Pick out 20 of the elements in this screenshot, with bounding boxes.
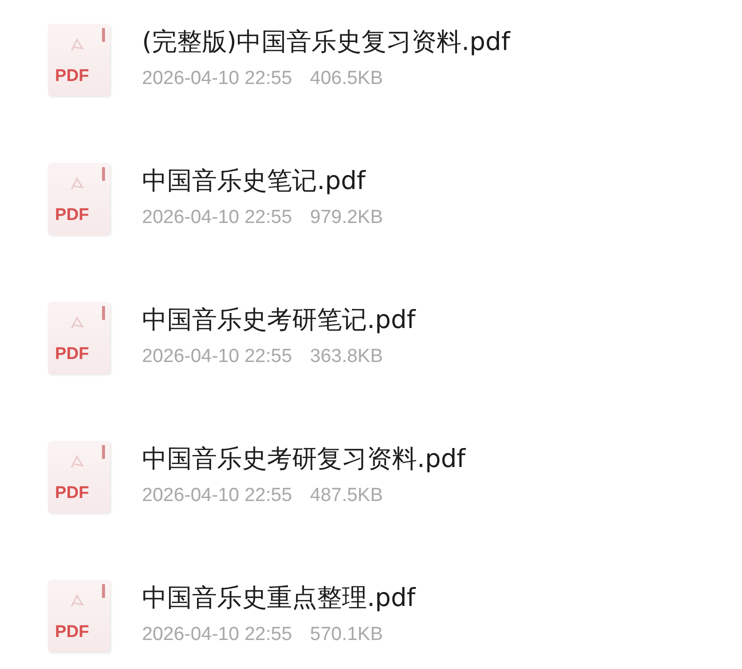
pdf-file-icon: PDF [48, 580, 110, 652]
file-size: 487.5KB [310, 485, 383, 507]
file-date: 2026-04-10 22:55 [142, 485, 292, 507]
file-date: 2026-04-10 22:55 [142, 68, 292, 90]
pdf-file-icon: PDF [48, 163, 110, 235]
file-date: 2026-04-10 22:55 [142, 624, 292, 646]
file-date: 2026-04-10 22:55 [142, 346, 292, 368]
file-name[interactable]: 中国音乐史笔记.pdf [142, 163, 383, 199]
pdf-file-icon: PDF [48, 302, 110, 374]
pdf-file-icon: PDF [48, 441, 110, 513]
file-name[interactable]: (完整版)中国音乐史复习资料.pdf [142, 24, 510, 60]
file-name[interactable]: 中国音乐史重点整理.pdf [142, 580, 416, 616]
file-name[interactable]: 中国音乐史考研复习资料.pdf [142, 441, 466, 477]
file-size: 406.5KB [310, 68, 383, 90]
file-size: 979.2KB [310, 207, 383, 229]
file-name[interactable]: 中国音乐史考研笔记.pdf [142, 302, 416, 338]
file-date: 2026-04-10 22:55 [142, 207, 292, 229]
file-size: 363.8KB [310, 346, 383, 368]
file-size: 570.1KB [310, 624, 383, 646]
pdf-file-icon: PDF [48, 24, 110, 96]
